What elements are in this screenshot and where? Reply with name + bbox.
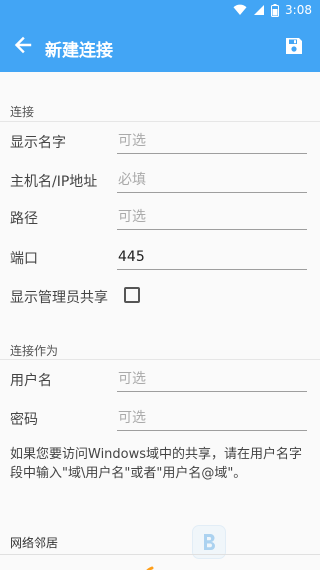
- save-icon: [284, 38, 304, 60]
- password-input[interactable]: [117, 405, 307, 431]
- section-connect-as: 连接作为: [10, 344, 59, 358]
- password-row: 密码: [0, 401, 320, 437]
- form-content: 连接 显示名字 主机名/IP地址 路径 端口 显示管理员共享 连接作为 用户名 …: [0, 72, 320, 570]
- domain-help-text: 如果您要访问Windows域中的共享，请在用户名字段中输入"域\用户名"或者"用…: [10, 447, 303, 481]
- path-row: 路径: [0, 200, 320, 236]
- section-connection: 连接: [10, 105, 35, 119]
- path-input[interactable]: [117, 204, 307, 230]
- signal-icon: [253, 4, 265, 16]
- admin-share-row: 显示管理员共享: [0, 279, 320, 315]
- host-label: 主机名/IP地址: [10, 174, 98, 190]
- display-name-row: 显示名字: [0, 124, 320, 160]
- arrow-left-icon: [13, 35, 33, 59]
- page-title: 新建连接: [45, 41, 113, 61]
- battery-icon: [271, 3, 280, 17]
- port-row: 端口: [0, 240, 320, 276]
- username-label: 用户名: [10, 373, 52, 389]
- path-label: 路径: [10, 211, 38, 227]
- status-icons: 3:08: [233, 3, 312, 17]
- status-time: 3:08: [285, 3, 312, 17]
- save-button[interactable]: [284, 36, 306, 58]
- watermark: [192, 522, 312, 562]
- app-bar: 新建连接: [0, 22, 320, 72]
- divider: [0, 359, 320, 360]
- status-bar: 3:08: [0, 0, 320, 22]
- loading-spinner-icon: [146, 566, 154, 570]
- display-name-input[interactable]: [117, 128, 307, 154]
- back-button[interactable]: [10, 34, 36, 60]
- host-row: 主机名/IP地址: [0, 163, 320, 199]
- admin-share-label: 显示管理员共享: [10, 290, 108, 306]
- port-label: 端口: [10, 251, 38, 267]
- password-label: 密码: [10, 412, 38, 428]
- host-input[interactable]: [117, 167, 307, 193]
- username-row: 用户名: [0, 362, 320, 398]
- divider: [0, 121, 320, 122]
- username-input[interactable]: [117, 366, 307, 392]
- admin-share-checkbox[interactable]: [124, 287, 140, 303]
- display-name-label: 显示名字: [10, 135, 66, 151]
- section-network: 网络邻居: [10, 536, 59, 550]
- port-input[interactable]: [117, 244, 307, 270]
- wifi-icon: [233, 4, 247, 16]
